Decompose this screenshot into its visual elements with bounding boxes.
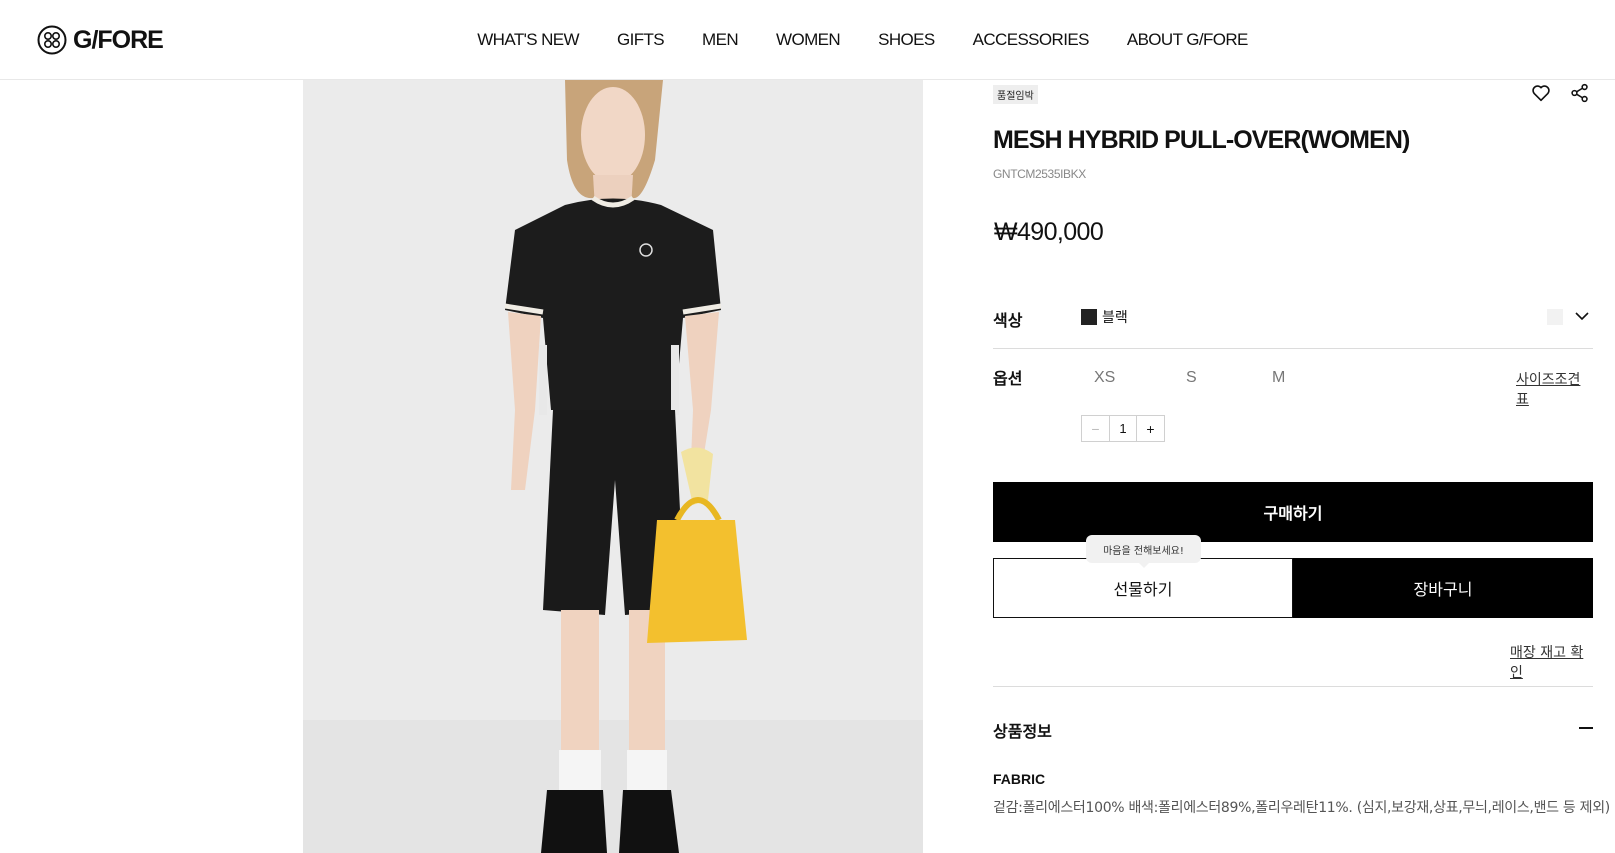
nav-item-men[interactable]: MEN: [683, 30, 757, 50]
color-chip: [1547, 309, 1563, 325]
size-chart-link[interactable]: 사이즈조견표: [1516, 369, 1593, 409]
product-title: MESH HYBRID PULL-OVER(WOMEN): [993, 126, 1410, 154]
minus-icon[interactable]: [1579, 727, 1593, 729]
nav-item-shoes[interactable]: SHOES: [859, 30, 954, 50]
main-nav: WHAT'S NEW GIFTS MEN WOMEN SHOES ACCESSO…: [0, 30, 1615, 50]
product-image[interactable]: [303, 80, 923, 853]
quantity-value[interactable]: 1: [1109, 416, 1137, 441]
buy-now-button[interactable]: 구매하기: [993, 482, 1593, 542]
quantity-decrease-button[interactable]: −: [1082, 416, 1109, 441]
divider: [993, 348, 1593, 349]
nav-item-about[interactable]: ABOUT G/FORE: [1108, 30, 1267, 50]
nav-item-gifts[interactable]: GIFTS: [598, 30, 683, 50]
product-sku: GNTCM2535IBKX: [993, 167, 1086, 181]
product-price: ₩490,000: [994, 218, 1104, 246]
share-icon[interactable]: [1569, 82, 1591, 104]
option-label: 옵션: [993, 369, 1023, 388]
size-m[interactable]: M: [1272, 369, 1285, 387]
divider: [993, 686, 1593, 687]
size-xs[interactable]: XS: [1094, 369, 1115, 387]
stock-badge: 품절임박: [993, 85, 1038, 104]
color-value: 블랙: [1102, 310, 1128, 326]
nav-item-accessories[interactable]: ACCESSORIES: [954, 30, 1108, 50]
size-s[interactable]: S: [1186, 369, 1197, 387]
nav-item-whats-new[interactable]: WHAT'S NEW: [458, 30, 598, 50]
fabric-label: FABRIC: [993, 771, 1046, 787]
store-stock-link[interactable]: 매장 재고 확인: [1510, 642, 1593, 682]
quantity-increase-button[interactable]: +: [1137, 416, 1164, 441]
site-header: G/FORE WHAT'S NEW GIFTS MEN WOMEN SHOES …: [0, 0, 1615, 80]
quantity-stepper: − 1 +: [1081, 415, 1165, 442]
heart-icon[interactable]: [1530, 82, 1552, 104]
chevron-down-icon[interactable]: [1573, 307, 1591, 325]
fabric-text: 겉감:폴리에스터100% 배색:폴리에스터89%,폴리우레탄11%. (심지,보…: [993, 800, 1610, 816]
color-swatch: [1081, 309, 1097, 325]
add-to-cart-button[interactable]: 장바구니: [1293, 558, 1593, 618]
gift-tooltip: 마음을 전해보세요!: [1086, 535, 1201, 563]
color-selector[interactable]: 블랙: [993, 305, 1593, 335]
product-photo: [303, 80, 923, 853]
nav-item-women[interactable]: WOMEN: [757, 30, 859, 50]
product-info-heading[interactable]: 상품정보: [993, 718, 1052, 742]
gift-tooltip-tail: [1138, 562, 1150, 568]
